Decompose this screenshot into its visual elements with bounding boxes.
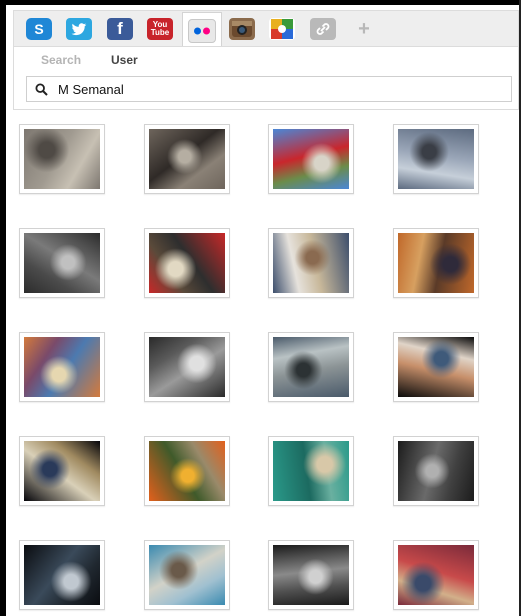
skype-icon: S (26, 18, 52, 40)
photo-image (273, 441, 349, 501)
add-service-button[interactable]: + (345, 13, 383, 45)
photo-image (398, 545, 474, 605)
photo-thumbnail[interactable] (268, 332, 354, 402)
photo-image (24, 233, 100, 293)
tab-skype[interactable]: S (20, 13, 58, 45)
social-service-toolbar: S f You Tube + (13, 10, 519, 49)
tab-facebook[interactable]: f (101, 13, 139, 45)
plus-icon: + (358, 17, 370, 40)
photo-thumbnail[interactable] (144, 332, 230, 402)
tab-twitter[interactable] (60, 13, 98, 45)
photo-thumbnail[interactable] (144, 540, 230, 610)
photo-thumbnail[interactable] (268, 436, 354, 506)
photo-image (149, 441, 225, 501)
photo-image (24, 129, 100, 189)
search-box (26, 76, 512, 102)
search-panel: Search User (13, 46, 519, 110)
photo-image (24, 545, 100, 605)
photo-image (398, 129, 474, 189)
photo-thumbnail[interactable] (19, 228, 105, 298)
tab-link[interactable] (304, 13, 342, 45)
tab-flickr[interactable] (182, 12, 222, 49)
photo-thumbnail[interactable] (144, 436, 230, 506)
photo-image (149, 337, 225, 397)
photo-thumbnail[interactable] (19, 540, 105, 610)
photo-image (273, 545, 349, 605)
photo-image (149, 129, 225, 189)
picasa-icon (269, 18, 295, 40)
window-frame-top (0, 0, 521, 5)
twitter-bird-icon (66, 18, 92, 40)
photo-image (398, 337, 474, 397)
photo-thumbnail[interactable] (268, 228, 354, 298)
photo-image (273, 337, 349, 397)
link-chain-icon (310, 18, 336, 40)
search-input[interactable] (56, 80, 480, 98)
window-frame-left (0, 0, 6, 616)
facebook-icon: f (107, 18, 133, 40)
subtab-user[interactable]: User (111, 53, 138, 67)
photo-thumbnail[interactable] (19, 332, 105, 402)
photo-thumbnail[interactable] (393, 540, 479, 610)
photo-image (149, 233, 225, 293)
photo-thumbnail[interactable] (393, 436, 479, 506)
flickr-icon (188, 18, 216, 43)
photo-image (24, 337, 100, 397)
tab-picasa[interactable] (263, 13, 301, 45)
instagram-camera-icon (229, 18, 255, 40)
photo-thumbnail[interactable] (393, 332, 479, 402)
photo-image (24, 441, 100, 501)
photo-thumbnail[interactable] (144, 124, 230, 194)
photo-thumbnail[interactable] (393, 124, 479, 194)
photo-thumbnail[interactable] (268, 124, 354, 194)
tab-youtube[interactable]: You Tube (141, 13, 179, 45)
search-icon (35, 82, 48, 96)
photo-image (149, 545, 225, 605)
tab-instagram[interactable] (223, 13, 261, 45)
photo-image (398, 233, 474, 293)
photo-thumbnail[interactable] (268, 540, 354, 610)
photo-thumbnail[interactable] (19, 124, 105, 194)
subtab-search[interactable]: Search (41, 53, 81, 67)
photo-image (273, 129, 349, 189)
photo-image (398, 441, 474, 501)
youtube-icon: You Tube (147, 18, 173, 40)
photo-thumbnail[interactable] (144, 228, 230, 298)
photo-thumbnail[interactable] (19, 436, 105, 506)
photo-thumbnail[interactable] (393, 228, 479, 298)
photo-image (273, 233, 349, 293)
